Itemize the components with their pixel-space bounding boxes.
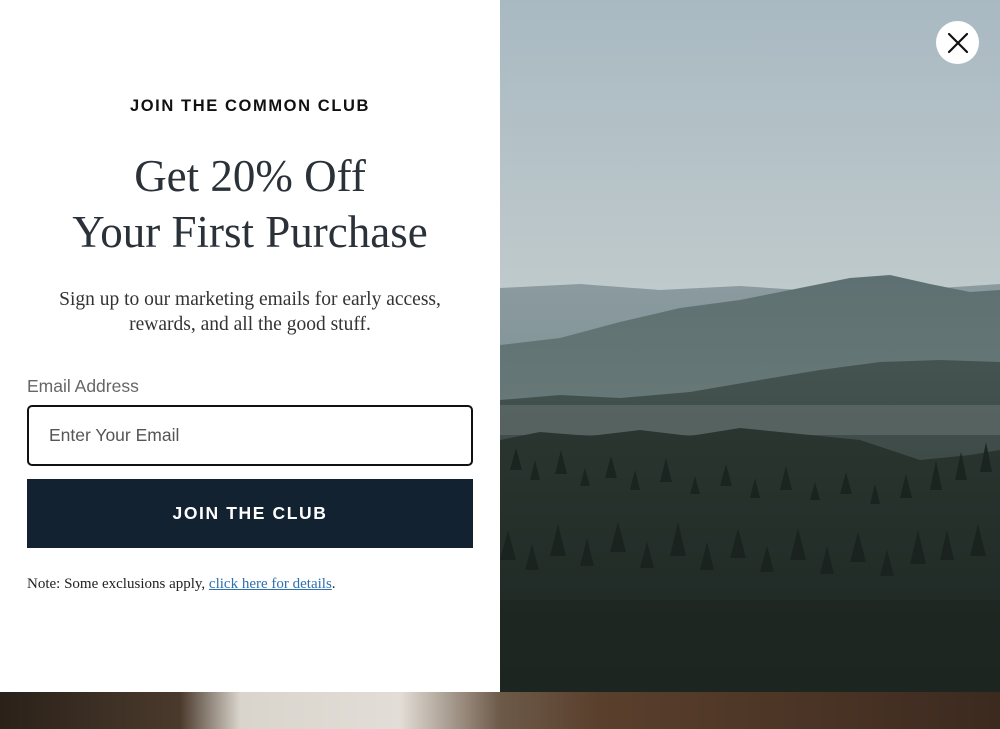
- note-suffix: .: [331, 576, 336, 592]
- headline-line-2: Your First Purchase: [72, 207, 428, 257]
- headline-line-1: Get 20% Off: [134, 151, 366, 201]
- email-field[interactable]: [27, 405, 473, 466]
- exclusions-note: Note: Some exclusions apply, click here …: [27, 576, 336, 593]
- join-club-button[interactable]: JOIN THE CLUB: [27, 479, 473, 548]
- note-prefix: Note: Some exclusions apply,: [27, 576, 209, 592]
- subtext-line-1: Sign up to our marketing emails for earl…: [59, 289, 441, 310]
- close-icon: [947, 32, 968, 53]
- modal-headline: Get 20% Off Your First Purchase: [0, 148, 500, 260]
- close-button[interactable]: [936, 21, 979, 64]
- details-link[interactable]: click here for details: [209, 576, 332, 592]
- modal-eyebrow: JOIN THE COMMON CLUB: [129, 97, 371, 115]
- email-label: Email Address: [27, 376, 139, 396]
- signup-modal-panel: JOIN THE COMMON CLUB Get 20% Off Your Fi…: [0, 0, 500, 692]
- subtext-line-2: rewards, and all the good stuff.: [129, 314, 371, 335]
- modal-subtext: Sign up to our marketing emails for earl…: [30, 287, 470, 337]
- forest-mountain-image: [500, 0, 1000, 692]
- page-background: [0, 692, 1000, 729]
